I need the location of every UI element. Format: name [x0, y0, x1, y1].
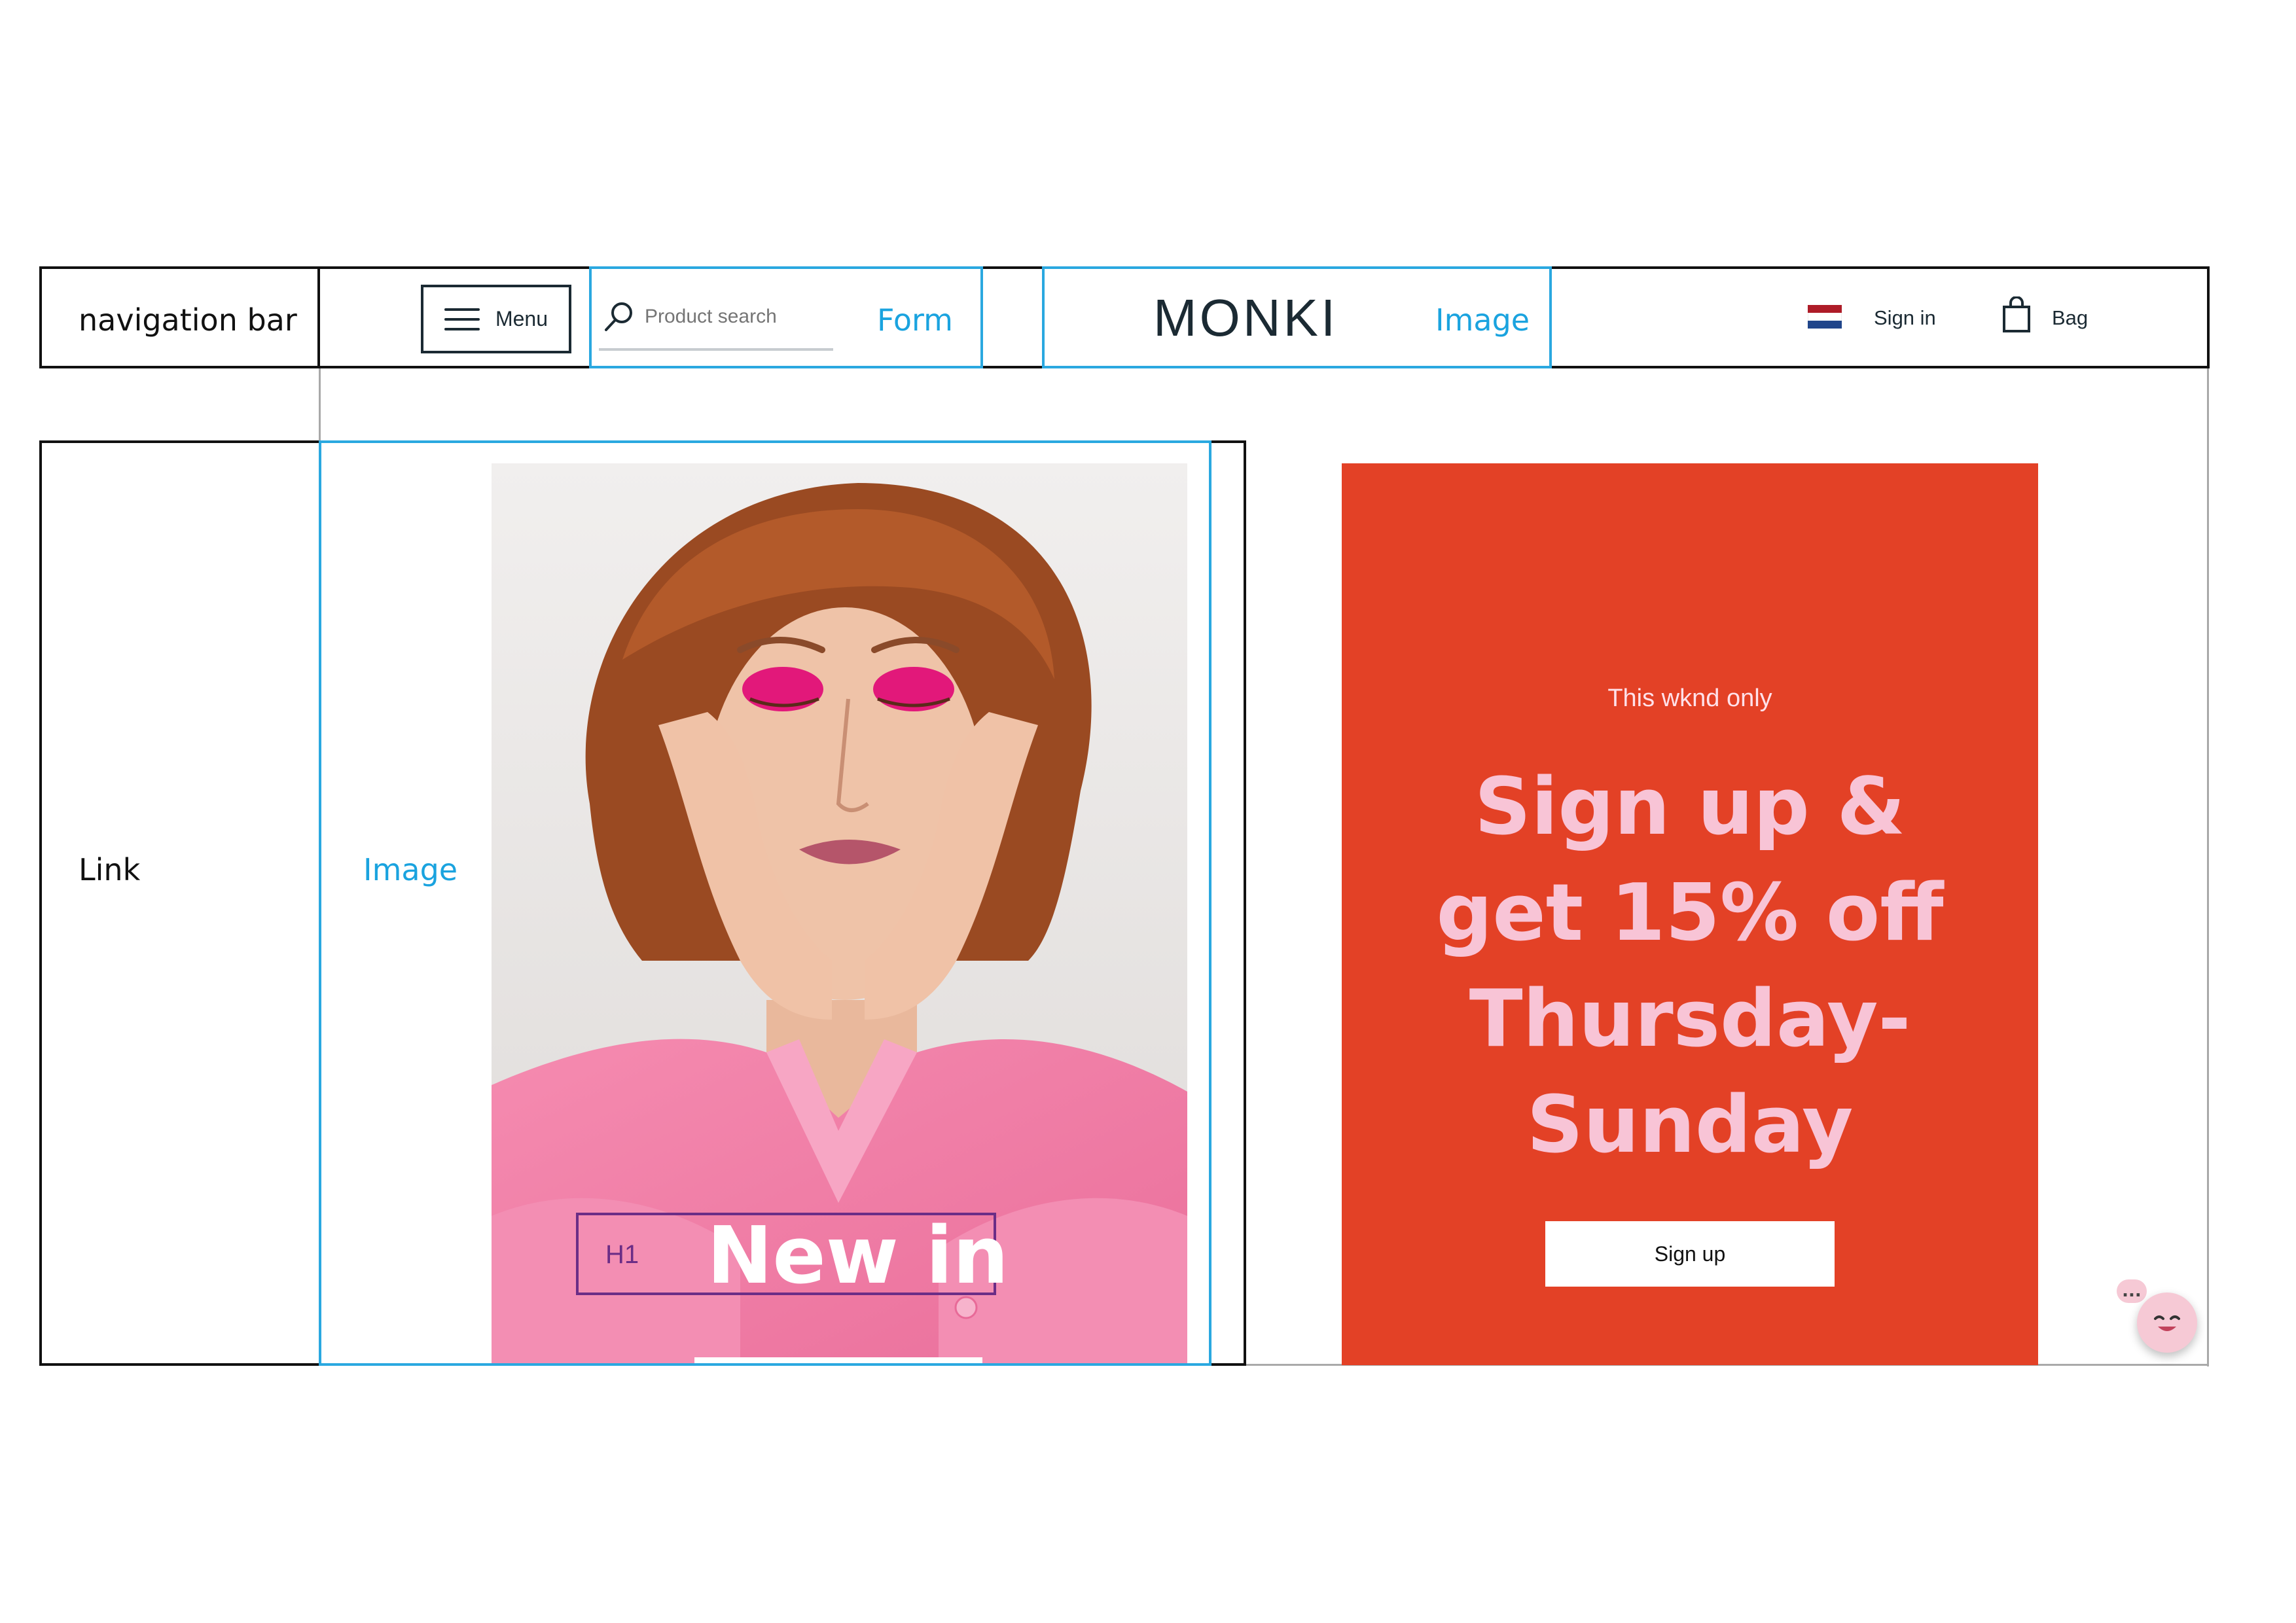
search-input-underline — [599, 348, 833, 351]
monki-logo[interactable]: MONKI — [1153, 292, 1338, 344]
chat-bot-face-icon — [2154, 1315, 2180, 1331]
logo-image-annotation-label: Image — [1435, 302, 1530, 338]
chat-bot-icon[interactable] — [2137, 1293, 2197, 1353]
hamburger-icon — [444, 308, 480, 330]
layout-guide-right — [2207, 368, 2209, 1366]
menu-button-label: Menu — [495, 307, 548, 330]
nav-label-divider — [317, 266, 320, 368]
menu-button[interactable]: Menu — [421, 285, 571, 353]
search-icon — [605, 302, 632, 331]
hero-image-annotation-label: Image — [363, 852, 458, 887]
sign-up-button[interactable]: Sign up — [1545, 1221, 1835, 1287]
layout-guide-left — [319, 368, 321, 442]
link-annotation-label: Link — [79, 852, 141, 887]
promo-kicker-text: This wknd only — [1607, 685, 1772, 712]
promo-headline: Sign up & get 15% off Thursday-Sunday — [1436, 762, 1944, 1171]
shopping-bag-icon[interactable] — [2001, 296, 2032, 333]
navigation-bar-annotation-label: navigation bar — [79, 302, 297, 338]
h1-annotation-label: H1 — [605, 1240, 639, 1269]
form-annotation-label: Form — [877, 302, 953, 338]
sign-in-link[interactable]: Sign in — [1874, 306, 1936, 330]
bag-link[interactable]: Bag — [2052, 306, 2088, 330]
product-search-input[interactable] — [645, 302, 831, 331]
netherlands-flag-icon[interactable] — [1808, 305, 1842, 329]
signup-promo-panel: This wknd only Sign up & get 15% off Thu… — [1342, 463, 2038, 1365]
hero-headline[interactable]: New in — [707, 1217, 1009, 1296]
